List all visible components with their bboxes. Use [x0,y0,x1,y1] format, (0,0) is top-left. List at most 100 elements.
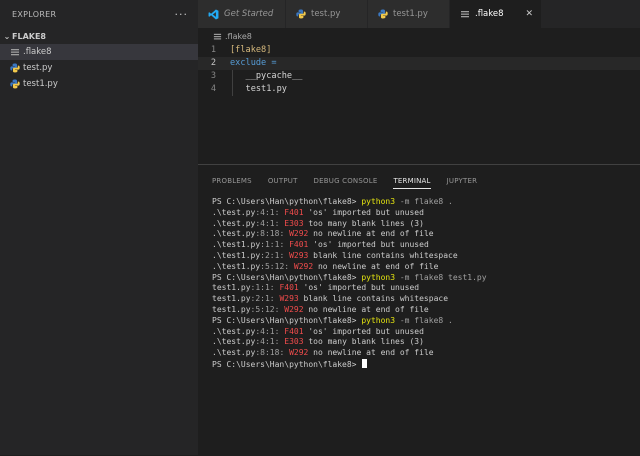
terminal-segment: W292 [284,304,304,314]
panel-tab-jupyter[interactable]: JUPYTER [447,174,478,188]
code-line[interactable]: 4 test1.py [198,83,640,96]
terminal-line: PS C:\Users\Han\python\flake8> [212,358,640,370]
indent-guide [232,70,233,83]
editor-tabs: Get Started test.py test1.py .flake8 ✕ [198,0,640,28]
vscode-logo-icon [208,9,219,20]
code-text: [flake8] [230,45,272,55]
tab-get-started[interactable]: Get Started [198,0,286,28]
file-label: test1.py [23,79,58,89]
terminal-segment: W292 [289,348,309,358]
tab-flake8[interactable]: .flake8 ✕ [450,0,542,28]
code-line[interactable]: 1 [flake8] [198,44,640,57]
terminal-segment: -m flake8 test1.py [395,272,487,282]
terminal-segment: 'os' imported but unused [298,283,420,293]
breadcrumb: .flake8 [198,28,640,44]
chevron-down-icon: ⌄ [3,31,11,41]
terminal-line: .\test.py:8:18: W292 no newline at end o… [212,348,640,359]
terminal-output[interactable]: PS C:\Users\Han\python\flake8> python3 -… [198,197,640,370]
terminal-line: .\test.py:4:1: E303 too many blank lines… [212,219,640,230]
terminal-segment: .\test.py [212,348,256,358]
terminal-segment: test1.py [212,283,251,293]
tab-label: Get Started [224,9,274,19]
file-item-flake8[interactable]: .flake8 [0,44,198,60]
terminal-line: .\test1.py:2:1: W293 blank line contains… [212,251,640,262]
terminal-segment: 'os' imported but unused [303,326,424,336]
terminal-segment: PS C:\Users\Han\python\flake8> [212,359,362,369]
terminal-segment: F401 [284,326,304,336]
tab-label: test1.py [393,9,428,19]
python-file-icon [10,63,20,73]
terminal-line: PS C:\Users\Han\python\flake8> python3 -… [212,273,640,284]
python-file-icon [10,79,20,89]
terminal-segment: F401 [279,283,299,293]
explorer-title: EXPLORER [12,9,57,19]
terminal-line: test1.py:2:1: W293 blank line contains w… [212,294,640,305]
terminal-line: PS C:\Users\Han\python\flake8> python3 -… [212,316,640,327]
terminal-segment: :5:12: [250,304,285,314]
explorer-sidebar: EXPLORER ··· ⌄ FLAKE8 .flake8 test.py test… [0,0,198,455]
terminal-line: .\test1.py:5:12: W292 no newline at end … [212,262,640,273]
terminal-segment: :1:1: [250,283,280,293]
terminal-line: .\test.py:8:18: W292 no newline at end o… [212,229,640,240]
panel-tab-debug-console[interactable]: DEBUG CONSOLE [314,174,378,188]
settings-file-icon [212,31,222,41]
terminal-line: .\test.py:4:1: E303 too many blank lines… [212,337,640,348]
terminal-segment: .\test.py [212,218,256,228]
terminal-segment: 'os' imported but unused [308,240,429,250]
file-label: .flake8 [23,47,52,57]
close-icon[interactable]: ✕ [526,9,534,19]
file-item-test1-py[interactable]: test1.py [0,76,198,92]
terminal-segment: W292 [289,229,309,239]
file-item-test-py[interactable]: test.py [0,60,198,76]
terminal-segment: E303 [284,218,304,228]
terminal-segment: E303 [284,337,304,347]
terminal-segment: F401 [284,207,304,217]
terminal-line: PS C:\Users\Han\python\flake8> python3 -… [212,197,640,208]
tab-test-py[interactable]: test.py [286,0,368,28]
terminal-segment: :5:12: [260,261,294,271]
terminal-segment: 'os' imported but unused [303,207,424,217]
terminal-segment: W293 [289,250,309,260]
code-editor[interactable]: 1 [flake8] 2 exclude = 3 __pycache__ 4 test1.… [198,44,640,164]
terminal-segment: no newline at end of file [308,348,434,358]
terminal-segment: test1.py [212,294,251,304]
terminal-segment: :2:1: [250,294,280,304]
code-text: test1.py [230,83,287,96]
code-line[interactable]: 3 __pycache__ [198,70,640,83]
terminal-segment: blank line contains whitespace [298,294,449,304]
panel-tab-output[interactable]: OUTPUT [268,174,298,188]
tab-test1-py[interactable]: test1.py [368,0,450,28]
terminal-segment: -m flake8 . [395,197,453,206]
terminal-segment: PS C:\Users\Han\python\flake8> [212,197,362,206]
file-tree: .flake8 test.py test1.py [0,44,198,92]
code-line[interactable]: 2 exclude = [198,57,640,70]
terminal-segment: python3 [361,272,396,282]
tab-label: .flake8 [475,9,504,19]
settings-file-icon [10,47,20,57]
terminal-cursor [362,358,368,368]
terminal-line: .\test.py:4:1: F401 'os' imported but un… [212,327,640,338]
terminal-segment: :4:1: [255,218,285,228]
terminal-segment: .\test.py [212,229,256,239]
breadcrumb-file[interactable]: .flake8 [225,32,252,41]
line-number: 1 [210,45,216,55]
panel-tab-problems[interactable]: PROBLEMS [212,174,252,188]
terminal-segment: python3 [361,197,396,206]
terminal-segment: no newline at end of file [303,304,429,314]
terminal-segment: PS C:\Users\Han\python\flake8> [212,272,362,282]
line-number: 2 [210,58,216,68]
terminal-segment: .\test.py [212,326,256,336]
python-file-icon [378,9,388,19]
terminal-segment: :4:1: [255,207,285,217]
terminal-segment: -m flake8 . [395,315,453,325]
terminal-line: test1.py:5:12: W292 no newline at end of… [212,305,640,316]
terminal-segment: .\test1.py [212,240,261,250]
panel-tab-terminal[interactable]: TERMINAL [393,174,431,189]
terminal-line: test1.py:1:1: F401 'os' imported but unu… [212,283,640,294]
folder-label: FLAKE8 [12,31,46,41]
bottom-panel: PROBLEMS OUTPUT DEBUG CONSOLE TERMINAL JUPYT… [198,164,640,456]
more-actions-icon[interactable]: ··· [175,8,189,21]
folder-flake8[interactable]: ⌄ FLAKE8 [0,28,198,44]
file-label: test.py [23,63,53,73]
explorer-header: EXPLORER ··· [0,0,198,28]
